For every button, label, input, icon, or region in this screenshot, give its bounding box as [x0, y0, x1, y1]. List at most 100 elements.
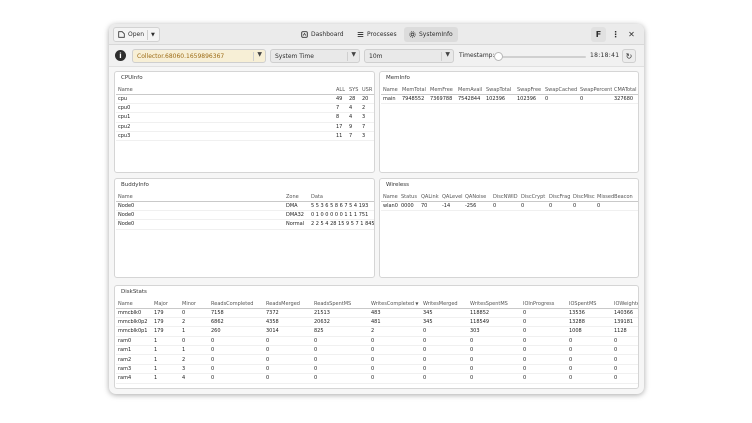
column-header[interactable]: DiscMisc: [571, 193, 595, 202]
column-header[interactable]: IOInProgress: [521, 300, 567, 309]
table-cell: 11: [334, 131, 347, 142]
column-header[interactable]: Major: [152, 300, 180, 309]
table-cell: 345: [421, 308, 468, 318]
open-button[interactable]: Open ▼: [113, 27, 160, 42]
column-header[interactable]: Name: [116, 193, 284, 202]
column-header[interactable]: QANoise: [463, 193, 491, 202]
column-header[interactable]: Name: [116, 300, 152, 309]
info-icon[interactable]: i: [115, 50, 126, 61]
table-cell: 0: [421, 326, 468, 337]
table-row[interactable]: ram3 1 3 0 0 0 0 0 0 0 0 0: [116, 364, 638, 375]
table-cell: 327680: [612, 94, 638, 104]
table-cell: 0: [209, 336, 264, 347]
table-cell: Node0: [116, 210, 284, 221]
table-cell: 0: [521, 373, 567, 384]
column-header[interactable]: ReadsMerged: [264, 300, 312, 309]
table-row[interactable]: wlan0 0000 70 -14 -256 0 0 0 0 0: [381, 201, 638, 211]
column-header[interactable]: DiscFrag: [547, 193, 571, 202]
table-row[interactable]: mmcblk0 179 0 7158 7372 21513 483 345 118852 0 135…: [116, 308, 638, 318]
column-header[interactable]: QALevel: [440, 193, 463, 202]
column-header[interactable]: SwapFree: [515, 86, 543, 95]
column-header[interactable]: SwapTotal: [484, 86, 515, 95]
column-header[interactable]: CMATotal: [612, 86, 638, 95]
column-header[interactable]: WritesMerged: [421, 300, 468, 309]
column-header[interactable]: Zone: [284, 193, 309, 202]
column-header[interactable]: Name: [381, 86, 400, 95]
tab-processes[interactable]: Processes: [352, 27, 402, 42]
column-header[interactable]: ReadsCompleted: [209, 300, 264, 309]
column-header[interactable]: Name: [116, 86, 334, 95]
column-header[interactable]: ReadsSpentMS: [312, 300, 369, 309]
table-cell: 481: [369, 317, 421, 328]
column-header[interactable]: MemTotal: [400, 86, 428, 95]
column-header[interactable]: IOSpentMS: [567, 300, 612, 309]
column-header[interactable]: SYS: [347, 86, 360, 95]
table-row[interactable]: cpu1 8 4 3: [116, 112, 374, 123]
interval-select[interactable]: 10m ▼: [364, 49, 454, 63]
table-cell: mmcblk0: [116, 308, 152, 318]
table-row[interactable]: mmcblk0p1 179 1 260 3014 825 2 0 303 0 1008 1128: [116, 326, 638, 337]
column-header[interactable]: DiscCrypt: [519, 193, 547, 202]
table-row[interactable]: cpu2 17 9 7: [116, 122, 374, 133]
table-row[interactable]: cpu3 11 7 3: [116, 131, 374, 142]
column-header[interactable]: SwapPercent: [578, 86, 612, 95]
table-cell: 0: [595, 201, 638, 211]
table-row[interactable]: main 7948552 7369788 7542844 102396 102396 0 0 3…: [381, 94, 638, 104]
column-header[interactable]: IOWeighted: [612, 300, 638, 309]
column-header[interactable]: Name: [381, 193, 399, 202]
table-cell: 303: [468, 326, 521, 337]
table-row[interactable]: ram4 1 4 0 0 0 0 0 0 0 0 0: [116, 373, 638, 384]
dashboard-icon: [301, 31, 308, 38]
column-header[interactable]: Data: [309, 193, 374, 202]
app-logo-button[interactable]: F: [591, 27, 606, 42]
column-header[interactable]: MemFree: [428, 86, 456, 95]
table-row[interactable]: ram2 1 2 0 0 0 0 0 0 0 0 0: [116, 354, 638, 365]
table-row[interactable]: Node0 Normal 2 2 5 4 28 15 9 5 7 1 845: [116, 219, 374, 230]
table-cell: 1: [152, 354, 180, 365]
table-cell: ram3: [116, 364, 152, 375]
table-cell: 0: [468, 354, 521, 365]
time-mode-select[interactable]: System Time ▼: [270, 49, 360, 63]
slider-handle[interactable]: [494, 52, 503, 61]
buddyinfo-table: Name Zone Data Node0 DMA 5 5 3 6 5 8 6 7 5 4 …: [116, 193, 374, 230]
table-row[interactable]: ram0 1 0 0 0 0 0 0 0 0 0 0: [116, 336, 638, 347]
table-cell: 0: [209, 354, 264, 365]
meminfo-table: Name MemTotal MemFree MemAvail SwapTotal Swap…: [381, 86, 638, 104]
table-row[interactable]: mmcblk0p2 179 2 6862 4358 20632 481 345 118549 0 1…: [116, 317, 638, 328]
table-cell: 0: [521, 326, 567, 337]
column-header[interactable]: WritesCompleted ▼: [369, 300, 421, 309]
tab-dashboard-label: Dashboard: [311, 31, 344, 38]
tab-dashboard[interactable]: Dashboard: [296, 27, 349, 42]
column-header[interactable]: USR: [360, 86, 374, 95]
table-row[interactable]: cpu0 7 4 2: [116, 103, 374, 114]
column-header[interactable]: Status: [399, 193, 419, 202]
column-header[interactable]: WritesSpentMS: [468, 300, 521, 309]
column-header[interactable]: MemAvail: [456, 86, 484, 95]
table-row[interactable]: ram1 1 1 0 0 0 0 0 0 0 0 0: [116, 345, 638, 356]
table-cell: 0 1 0 0 0 0 0 1 1 1 751: [309, 210, 374, 221]
table-cell: 102396: [515, 94, 543, 104]
wireless-panel: Wireless Name Status QALink QALevel QANoise D…: [379, 178, 639, 278]
table-row[interactable]: Node0 DMA 5 5 3 6 5 8 6 7 5 4 193: [116, 201, 374, 211]
close-window-button[interactable]: ✕: [624, 27, 639, 42]
table-cell: 0: [421, 336, 468, 347]
collector-select[interactable]: Collector.68060.1659896367 ▼: [132, 49, 266, 63]
table-row[interactable]: cpu 49 28 20: [116, 94, 374, 104]
table-cell: 20: [360, 94, 374, 104]
column-header[interactable]: ALL: [334, 86, 347, 95]
column-header[interactable]: SwapCached: [543, 86, 578, 95]
chevron-down-icon[interactable]: ▼: [151, 32, 155, 38]
column-header[interactable]: QALink: [419, 193, 440, 202]
table-cell: 8: [334, 112, 347, 123]
table-cell: 0: [567, 354, 612, 365]
column-header[interactable]: DiscNWID: [491, 193, 519, 202]
main-menu-button[interactable]: ⋮: [608, 27, 623, 42]
table-cell: 0000: [399, 201, 419, 211]
column-header[interactable]: MissedBeacon: [595, 193, 638, 202]
column-header[interactable]: Minor: [180, 300, 209, 309]
timestamp-slider[interactable]: [494, 52, 586, 61]
refresh-button[interactable]: ↻: [622, 49, 636, 63]
tab-systeminfo[interactable]: SystemInfo: [404, 27, 458, 42]
table-cell: 0: [421, 354, 468, 365]
table-row[interactable]: Node0 DMA32 0 1 0 0 0 0 0 1 1 1 751: [116, 210, 374, 221]
